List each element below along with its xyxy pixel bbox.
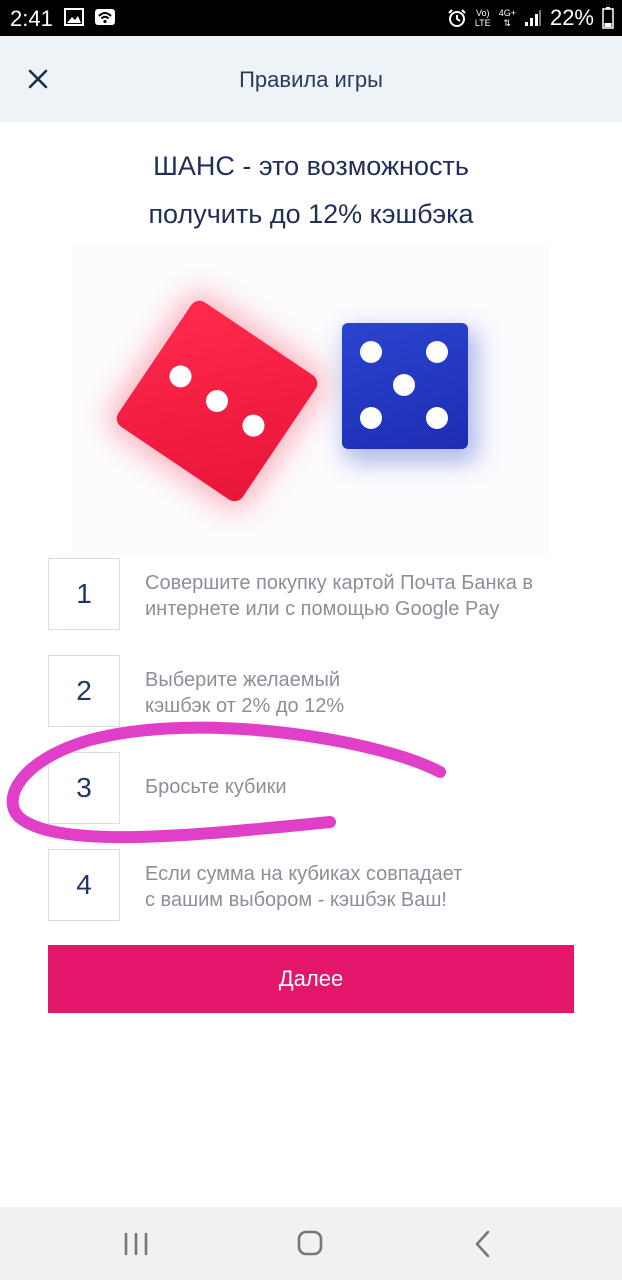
blue-die-pip: [360, 341, 382, 363]
recent-apps-icon: [124, 1233, 148, 1255]
net-type-indicator: 4G+ ⇅: [499, 8, 516, 28]
wifi-icon: [95, 9, 115, 25]
status-left-icons: [64, 8, 116, 26]
red-die-pip: [238, 410, 269, 441]
status-bar: 2:41 Vo) LTE 4G+ ⇅ 22%: [0, 0, 622, 36]
back-icon: [475, 1230, 490, 1258]
step-text-line-1: Выберите желаемый: [145, 669, 341, 691]
step-number: 4: [48, 849, 120, 921]
headline-line-1: ШАНС - это возможность: [153, 151, 469, 181]
home-icon: [297, 1230, 323, 1256]
step-text-line-2: интернете или с помощью Google Pay: [145, 598, 500, 620]
step-text: Бросьте кубики: [145, 774, 575, 800]
next-button[interactable]: Далее: [48, 945, 574, 1013]
blue-die-pip: [426, 341, 448, 363]
headline: ШАНС - это возможность получить до 12% к…: [40, 142, 582, 238]
step-text: Выберите желаемый кэшбэк от 2% до 12%: [145, 667, 575, 719]
step-4: 4 Если сумма на кубиках совпадает с ваши…: [48, 849, 578, 921]
image-icon: [64, 8, 84, 26]
alarm-icon: [448, 9, 466, 27]
recent-apps-button[interactable]: [116, 1227, 156, 1261]
net-type-label: 4G+: [498, 8, 516, 18]
back-button[interactable]: [464, 1227, 504, 1261]
status-time: 2:41: [10, 6, 53, 31]
status-right: Vo) LTE 4G+ ⇅ 22%: [447, 5, 614, 31]
red-die-pip: [165, 361, 196, 392]
blue-die-pip: [426, 407, 448, 429]
blue-die-pip: [393, 374, 415, 396]
step-1: 1 Совершите покупку картой Почта Банка в…: [48, 558, 578, 630]
step-text-line-2: кэшбэк от 2% до 12%: [145, 695, 345, 717]
step-3: 3 Бросьте кубики: [48, 752, 578, 824]
signal-icon: [524, 10, 541, 26]
home-button[interactable]: [290, 1227, 330, 1261]
navigation-bar: [0, 1207, 622, 1280]
net-arrows-icon: ⇅: [503, 18, 512, 28]
step-2: 2 Выберите желаемый кэшбэк от 2% до 12%: [48, 655, 578, 727]
step-number: 3: [48, 752, 120, 824]
step-text-line-1: Бросьте кубики: [145, 776, 287, 798]
battery-percent: 22%: [549, 5, 594, 30]
blue-die: [342, 323, 468, 449]
battery-icon: [602, 7, 614, 29]
step-text: Совершите покупку картой Почта Банка в и…: [145, 570, 575, 622]
step-text: Если сумма на кубиках совпадает с вашим …: [145, 861, 575, 913]
volte-bottom: LTE: [474, 18, 491, 28]
step-text-line-1: Если сумма на кубиках совпадает: [145, 863, 463, 885]
page-title: Правила игры: [239, 67, 383, 92]
step-text-line-1: Совершите покупку картой Почта Банка в: [145, 572, 533, 594]
volte-top: Vo): [476, 8, 490, 18]
headline-line-2: получить до 12% кэшбэка: [148, 199, 474, 229]
header: Правила игры: [0, 36, 622, 122]
step-number: 1: [48, 558, 120, 630]
volte-indicator: Vo) LTE: [475, 8, 491, 28]
step-text-line-2: с вашим выбором - кэшбэк Ваш!: [145, 889, 447, 911]
blue-die-pip: [360, 407, 382, 429]
step-number: 2: [48, 655, 120, 727]
red-die-pip: [201, 385, 233, 417]
